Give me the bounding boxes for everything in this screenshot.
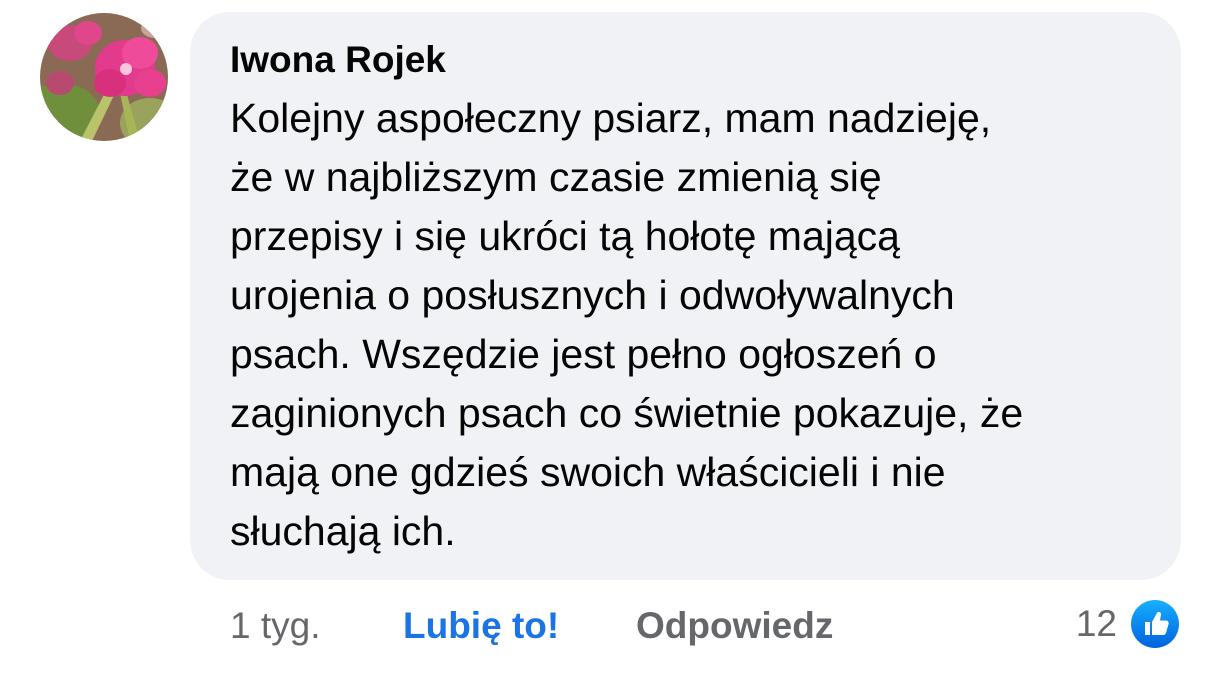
reaction-count: 12 [1075, 603, 1117, 644]
comment-timestamp[interactable]: 1 tyg. [230, 602, 321, 650]
like-thumb-icon [1129, 598, 1181, 650]
comment-author[interactable]: Iwona Rojek [230, 36, 1151, 84]
reply-button[interactable]: Odpowiedz [636, 602, 833, 650]
comment-bubble: Iwona Rojek Kolejny aspołeczny psiarz, m… [190, 12, 1181, 580]
flower-avatar-image [40, 13, 168, 141]
comment-text: Kolejny aspołeczny psiarz, mam nadzieję,… [230, 95, 1024, 554]
reactions-summary[interactable]: 12 [1076, 598, 1181, 650]
avatar[interactable] [40, 13, 168, 141]
like-button[interactable]: Lubię to! [403, 602, 559, 650]
